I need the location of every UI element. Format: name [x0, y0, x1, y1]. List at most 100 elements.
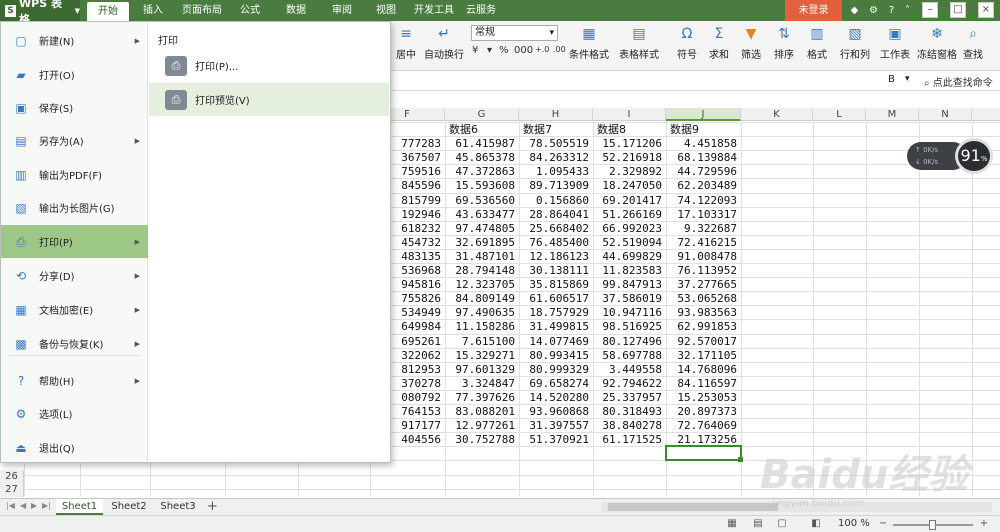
tab-view[interactable]: 视图 — [370, 0, 402, 21]
data-cell[interactable]: 69.201417 — [594, 193, 662, 208]
filter-button[interactable]: ▼ 筛选 — [737, 25, 765, 61]
file-menu-item[interactable]: ▰ 打开(O) — [1, 58, 148, 91]
data-cell[interactable]: 76.485400 — [520, 235, 589, 250]
data-cell[interactable]: 30.138111 — [520, 263, 589, 278]
data-cell[interactable]: 14.077469 — [520, 334, 589, 349]
data-cell[interactable]: 69.658274 — [520, 376, 589, 391]
data-cell[interactable]: 12.323705 — [446, 277, 515, 292]
data-cell[interactable]: 97.601329 — [446, 362, 515, 377]
data-cell[interactable]: 1.095433 — [520, 164, 589, 179]
page-layout-view-icon[interactable]: ▤ — [752, 518, 764, 530]
sort-button[interactable]: ⇅ 排序 — [770, 25, 798, 61]
data-cell[interactable]: 99.847913 — [594, 277, 662, 292]
data-cell[interactable]: 12.186123 — [520, 249, 589, 264]
table-style-button[interactable]: ▤ 表格样式 — [616, 25, 662, 61]
data-cell[interactable]: 0.156860 — [520, 193, 589, 208]
thousands-button[interactable]: 000 — [514, 45, 533, 56]
data-cell[interactable]: 45.865378 — [446, 150, 515, 165]
tab-data[interactable]: 数据 — [280, 0, 312, 21]
data-cell[interactable]: 14.520280 — [520, 390, 589, 405]
data-cell[interactable]: 2.329892 — [594, 164, 662, 179]
find-button[interactable]: ⌕ 查找 — [960, 25, 986, 61]
data-cell[interactable]: 32.171105 — [667, 348, 737, 363]
zoom-in-icon[interactable]: + — [978, 518, 990, 530]
data-cell[interactable]: 30.752788 — [446, 432, 515, 447]
symbol-button[interactable]: Ω 符号 — [673, 25, 701, 61]
freeze-panes-button[interactable]: ❄ 冻结窗格 — [917, 25, 957, 61]
data-cell[interactable]: 25.337957 — [594, 390, 662, 405]
data-cell[interactable]: 84.809149 — [446, 291, 515, 306]
data-cell[interactable]: 47.372863 — [446, 164, 515, 179]
data-cell[interactable]: 38.840278 — [594, 418, 662, 433]
data-cell[interactable]: 69.536560 — [446, 193, 515, 208]
row-header[interactable]: 26 — [0, 470, 24, 484]
increase-decimal-button[interactable]: +.0 — [535, 45, 549, 54]
minimize-button[interactable]: – — [922, 2, 938, 18]
data-cell[interactable]: 51.370921 — [520, 432, 589, 447]
data-cell[interactable]: 28.864041 — [520, 207, 589, 222]
data-cell[interactable]: 52.216918 — [594, 150, 662, 165]
data-cell[interactable]: 15.593608 — [446, 178, 515, 193]
data-cell[interactable]: 80.993415 — [520, 348, 589, 363]
data-cell[interactable]: 37.586019 — [594, 291, 662, 306]
next-sheet-icon[interactable]: ▶ — [31, 501, 37, 510]
normal-view-icon[interactable]: ▦ — [726, 518, 738, 530]
tab-formulas[interactable]: 公式 — [234, 0, 266, 21]
prev-sheet-icon[interactable]: ◀ — [20, 501, 26, 510]
data-cell[interactable]: 97.474805 — [446, 221, 515, 236]
selected-cell[interactable] — [665, 445, 742, 462]
data-cell[interactable]: 51.266169 — [594, 207, 662, 222]
worksheet-button[interactable]: ▣ 工作表 — [877, 25, 913, 61]
paste-options-icon[interactable]: B — [888, 74, 895, 85]
file-menu-item[interactable]: ▦ 文档加密(E) ▶ — [1, 293, 148, 326]
file-menu-item[interactable]: ⏏ 退出(Q) — [1, 431, 148, 464]
data-cell[interactable]: 68.139884 — [667, 150, 737, 165]
data-cell[interactable]: 18.247050 — [594, 178, 662, 193]
zoom-out-icon[interactable]: − — [877, 518, 889, 530]
rows-cols-button[interactable]: ▧ 行和列 — [836, 25, 874, 61]
chevron-down-icon[interactable]: ▾ — [905, 74, 910, 84]
sheet-tab[interactable]: Sheet3 — [155, 499, 201, 515]
wrap-text-button[interactable]: ↵ 自动换行 — [424, 25, 464, 61]
chevron-up-icon[interactable]: ˄ — [900, 3, 915, 18]
header-cell[interactable]: 数据7 — [523, 122, 591, 137]
data-cell[interactable]: 97.490635 — [446, 305, 515, 320]
tab-home[interactable]: 开始 — [87, 2, 129, 21]
data-cell[interactable]: 52.519094 — [594, 235, 662, 250]
data-cell[interactable]: 84.263312 — [520, 150, 589, 165]
find-command-box[interactable]: ⌕ 点此查找命令 — [924, 74, 993, 89]
app-menu-button[interactable]: S WPS 表格 ▼ — [0, 0, 80, 26]
column-header[interactable]: K — [741, 108, 813, 121]
data-cell[interactable]: 92.794622 — [594, 376, 662, 391]
data-cell[interactable]: 89.713909 — [520, 178, 589, 193]
data-cell[interactable]: 17.103317 — [667, 207, 737, 222]
align-center-button[interactable]: ≡ 居中 — [393, 25, 419, 61]
data-cell[interactable]: 3.324847 — [446, 376, 515, 391]
data-cell[interactable]: 80.127496 — [594, 334, 662, 349]
file-menu-item[interactable]: ▧ 输出为长图片(G) — [1, 191, 148, 224]
data-cell[interactable]: 80.318493 — [594, 404, 662, 419]
format-button[interactable]: ▥ 格式 — [803, 25, 831, 61]
tab-cloud[interactable]: 云服务 — [463, 0, 499, 21]
first-sheet-icon[interactable]: |◀ — [6, 501, 15, 510]
decrease-decimal-button[interactable]: .00 — [553, 45, 566, 54]
data-cell[interactable]: 80.999329 — [520, 362, 589, 377]
data-cell[interactable]: 98.516925 — [594, 319, 662, 334]
help-icon[interactable]: ? — [884, 3, 899, 18]
data-cell[interactable]: 3.449558 — [594, 362, 662, 377]
data-cell[interactable]: 44.729596 — [667, 164, 737, 179]
memory-percent-ring[interactable]: 91% — [955, 138, 993, 174]
number-format-select[interactable]: 常规 — [471, 25, 558, 41]
login-button[interactable]: 未登录 — [785, 0, 842, 21]
data-cell[interactable]: 72.764069 — [667, 418, 737, 433]
data-cell[interactable]: 66.992023 — [594, 221, 662, 236]
data-cell[interactable]: 20.897373 — [667, 404, 737, 419]
data-cell[interactable]: 72.416215 — [667, 235, 737, 250]
file-menu-item[interactable]: ▥ 输出为PDF(F) — [1, 158, 148, 191]
data-cell[interactable]: 84.116597 — [667, 376, 737, 391]
currency-button[interactable]: ¥ — [472, 45, 478, 56]
column-header[interactable]: H — [519, 108, 593, 121]
data-cell[interactable]: 76.113952 — [667, 263, 737, 278]
tab-insert[interactable]: 插入 — [137, 0, 169, 21]
data-cell[interactable]: 15.171206 — [594, 136, 662, 151]
